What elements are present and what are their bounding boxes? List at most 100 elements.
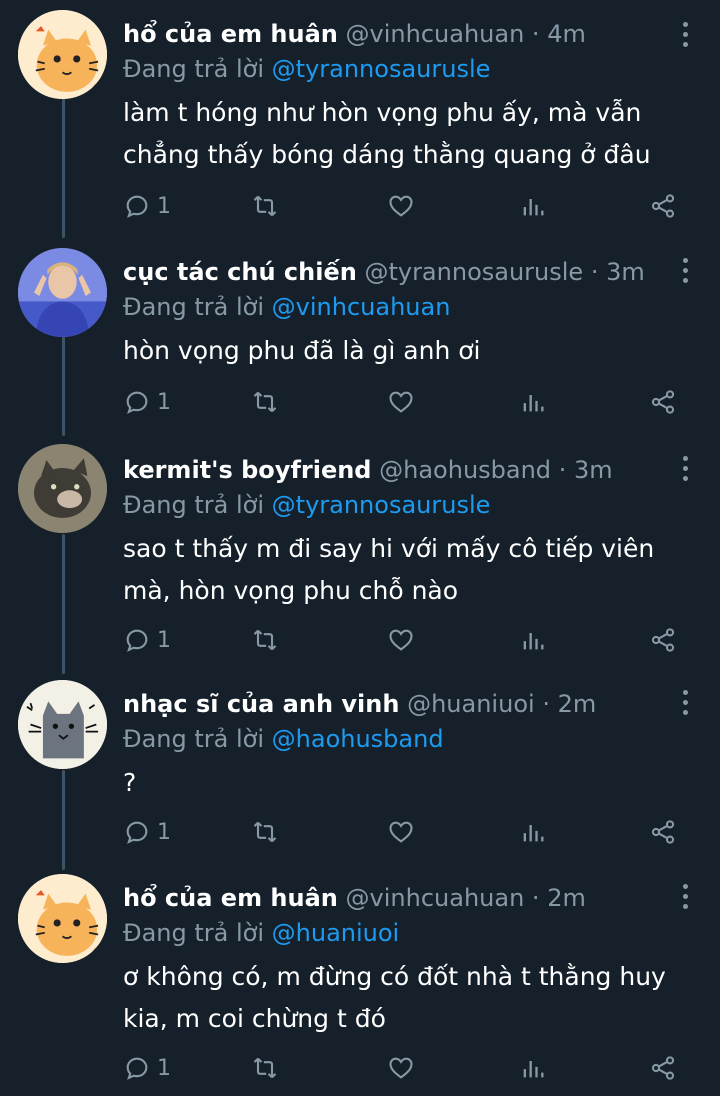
heart-icon — [389, 821, 413, 843]
like-button[interactable] — [387, 620, 415, 660]
tweet[interactable]: kermit's boyfriend @haohusband · 3m Đang… — [0, 440, 720, 676]
replying-to-label: Đang trả lời — [123, 725, 265, 753]
more-vertical-icon[interactable] — [682, 258, 690, 286]
heart-icon — [389, 1057, 413, 1079]
retweet-icon — [253, 195, 277, 217]
more-vertical-icon[interactable] — [682, 456, 690, 484]
user-handle[interactable]: @vinhcuahuan — [346, 884, 525, 912]
share-button[interactable] — [649, 382, 677, 422]
reply-button[interactable]: 1 — [123, 186, 171, 226]
replying-to-label: Đang trả lời — [123, 491, 265, 519]
avatar[interactable] — [18, 680, 107, 769]
tweet[interactable]: hổ của em huân @vinhcuahuan · 4m Đang tr… — [0, 0, 720, 240]
share-button[interactable] — [649, 186, 677, 226]
analytics-button[interactable] — [519, 382, 547, 422]
retweet-button[interactable] — [251, 382, 279, 422]
retweet-button[interactable] — [251, 812, 279, 852]
share-button[interactable] — [649, 812, 677, 852]
retweet-button[interactable] — [251, 186, 279, 226]
like-button[interactable] — [387, 812, 415, 852]
tweet-text: hòn vọng phu đã là gì anh ơi — [123, 336, 481, 365]
replying-to: Đang trả lời @tyrannosaurusle — [123, 488, 700, 522]
tweet-actions: 1 — [123, 620, 700, 660]
reply-icon — [126, 195, 148, 218]
analytics-icon — [523, 633, 544, 650]
timestamp[interactable]: 3m — [606, 258, 645, 286]
separator-dot: · — [542, 690, 550, 718]
reply-count: 1 — [157, 1055, 171, 1081]
reply-button[interactable]: 1 — [123, 382, 171, 422]
like-button[interactable] — [387, 382, 415, 422]
reply-button[interactable]: 1 — [123, 1048, 171, 1088]
avatar[interactable] — [18, 444, 107, 533]
display-name[interactable]: kermit's boyfriend — [123, 456, 371, 484]
share-icon — [651, 390, 675, 414]
share-button[interactable] — [649, 1048, 677, 1088]
share-icon — [651, 628, 675, 652]
reply-button[interactable]: 1 — [123, 620, 171, 660]
retweet-button[interactable] — [251, 1048, 279, 1088]
replying-to-label: Đang trả lời — [123, 55, 265, 83]
replying-to-label: Đang trả lời — [123, 293, 265, 321]
replying-to: Đang trả lời @tyrannosaurusle — [123, 52, 700, 86]
analytics-button[interactable] — [519, 1048, 547, 1088]
timestamp[interactable]: 4m — [547, 20, 586, 48]
avatar[interactable] — [18, 10, 107, 99]
user-handle[interactable]: @tyrannosaurusle — [364, 258, 583, 286]
tweet-text: ơ không có, m đừng có đốt nhà t thằng hu… — [123, 962, 666, 1033]
timestamp[interactable]: 2m — [547, 884, 586, 912]
reply-icon — [126, 391, 148, 414]
replying-to-handle[interactable]: @huaniuoi — [272, 919, 400, 947]
analytics-button[interactable] — [519, 620, 547, 660]
replying-to-handle[interactable]: @haohusband — [272, 725, 444, 753]
user-handle[interactable]: @haohusband — [379, 456, 551, 484]
reply-button[interactable]: 1 — [123, 812, 171, 852]
display-name[interactable]: hổ của em huân — [123, 20, 338, 48]
avatar[interactable] — [18, 874, 107, 963]
separator-dot: · — [531, 20, 540, 48]
tiger-avatar-icon — [18, 874, 107, 963]
display-name[interactable]: hổ của em huân — [123, 884, 338, 912]
analytics-button[interactable] — [519, 186, 547, 226]
user-handle[interactable]: @huaniuoi — [407, 690, 535, 718]
like-button[interactable] — [387, 1048, 415, 1088]
display-name[interactable]: cục tác chú chiến — [123, 258, 357, 286]
tweet[interactable]: nhạc sĩ của anh vinh @huaniuoi · 2m Đang… — [0, 676, 720, 870]
replying-to-label: Đang trả lời — [123, 919, 265, 947]
heart-icon — [389, 391, 413, 413]
replying-to-handle[interactable]: @tyrannosaurusle — [272, 55, 491, 83]
analytics-icon — [523, 395, 544, 412]
reply-count: 1 — [157, 389, 171, 415]
reply-icon — [126, 629, 148, 652]
tweet-text: ? — [123, 768, 137, 797]
retweet-icon — [253, 821, 277, 843]
tweet-actions: 1 — [123, 1048, 700, 1088]
person-avatar-icon — [18, 248, 107, 337]
avatar[interactable] — [18, 248, 107, 337]
retweet-icon — [253, 1057, 277, 1079]
more-vertical-icon[interactable] — [682, 884, 690, 912]
share-icon — [651, 1056, 675, 1080]
tiger-avatar-icon — [18, 10, 107, 99]
replying-to-handle[interactable]: @vinhcuahuan — [272, 293, 451, 321]
tweet[interactable]: hổ của em huân @vinhcuahuan · 2m Đang tr… — [0, 870, 720, 1096]
reply-icon — [126, 821, 148, 844]
reply-count: 1 — [157, 193, 171, 219]
separator-dot: · — [558, 456, 567, 484]
display-name[interactable]: nhạc sĩ của anh vinh — [123, 690, 399, 718]
analytics-button[interactable] — [519, 812, 547, 852]
share-button[interactable] — [649, 620, 677, 660]
reply-count: 1 — [157, 819, 171, 845]
tweet[interactable]: cục tác chú chiến @tyrannosaurusle · 3m … — [0, 240, 720, 440]
retweet-button[interactable] — [251, 620, 279, 660]
timestamp[interactable]: 3m — [574, 456, 613, 484]
like-button[interactable] — [387, 186, 415, 226]
timestamp[interactable]: 2m — [558, 690, 597, 718]
replying-to-handle[interactable]: @tyrannosaurusle — [272, 491, 491, 519]
more-vertical-icon[interactable] — [682, 22, 690, 50]
user-handle[interactable]: @vinhcuahuan — [346, 20, 525, 48]
replying-to: Đang trả lời @haohusband — [123, 722, 700, 756]
tweet-actions: 1 — [123, 186, 700, 226]
cat-drawing-avatar-icon — [18, 680, 107, 769]
more-vertical-icon[interactable] — [682, 690, 690, 718]
